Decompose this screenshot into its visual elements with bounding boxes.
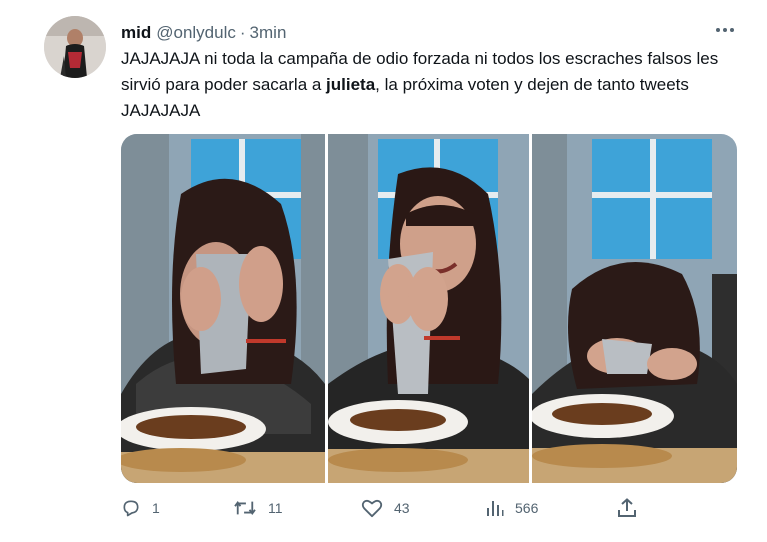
media-photo-2[interactable] [328,134,529,483]
retweet-count: 11 [268,500,283,516]
views-button[interactable]: 566 [486,498,538,518]
retweet-button[interactable]: 11 [233,498,283,518]
display-name[interactable]: mid [121,23,151,43]
heart-icon [361,498,383,518]
tweet-header: mid @onlydulc · 3min [121,21,286,45]
reply-button[interactable]: 1 [121,498,160,518]
views-count: 566 [515,500,539,516]
reply-count: 1 [152,500,160,516]
retweet-icon [233,498,257,518]
user-handle[interactable]: @onlydulc [156,23,236,43]
like-button[interactable]: 43 [361,498,410,518]
media-photo-3[interactable] [532,134,737,483]
avatar[interactable] [44,16,106,78]
separator-dot: · [239,23,246,42]
media-photo-1[interactable] [121,134,325,483]
share-icon [617,498,637,518]
tweet-text: JAJAJAJA ni toda la campaña de odio forz… [121,46,731,124]
like-count: 43 [394,500,410,516]
tweet: mid @onlydulc · 3min JAJAJAJA ni toda la… [0,0,767,542]
reply-icon [121,498,141,518]
tweet-timestamp[interactable]: 3min [250,23,287,43]
views-icon [486,498,504,518]
tweet-actions: 1 11 43 566 [121,498,681,524]
tweet-media[interactable] [121,134,737,483]
share-button[interactable] [617,498,637,518]
tweet-text-bold: julieta [326,75,376,94]
more-icon[interactable] [713,18,737,42]
